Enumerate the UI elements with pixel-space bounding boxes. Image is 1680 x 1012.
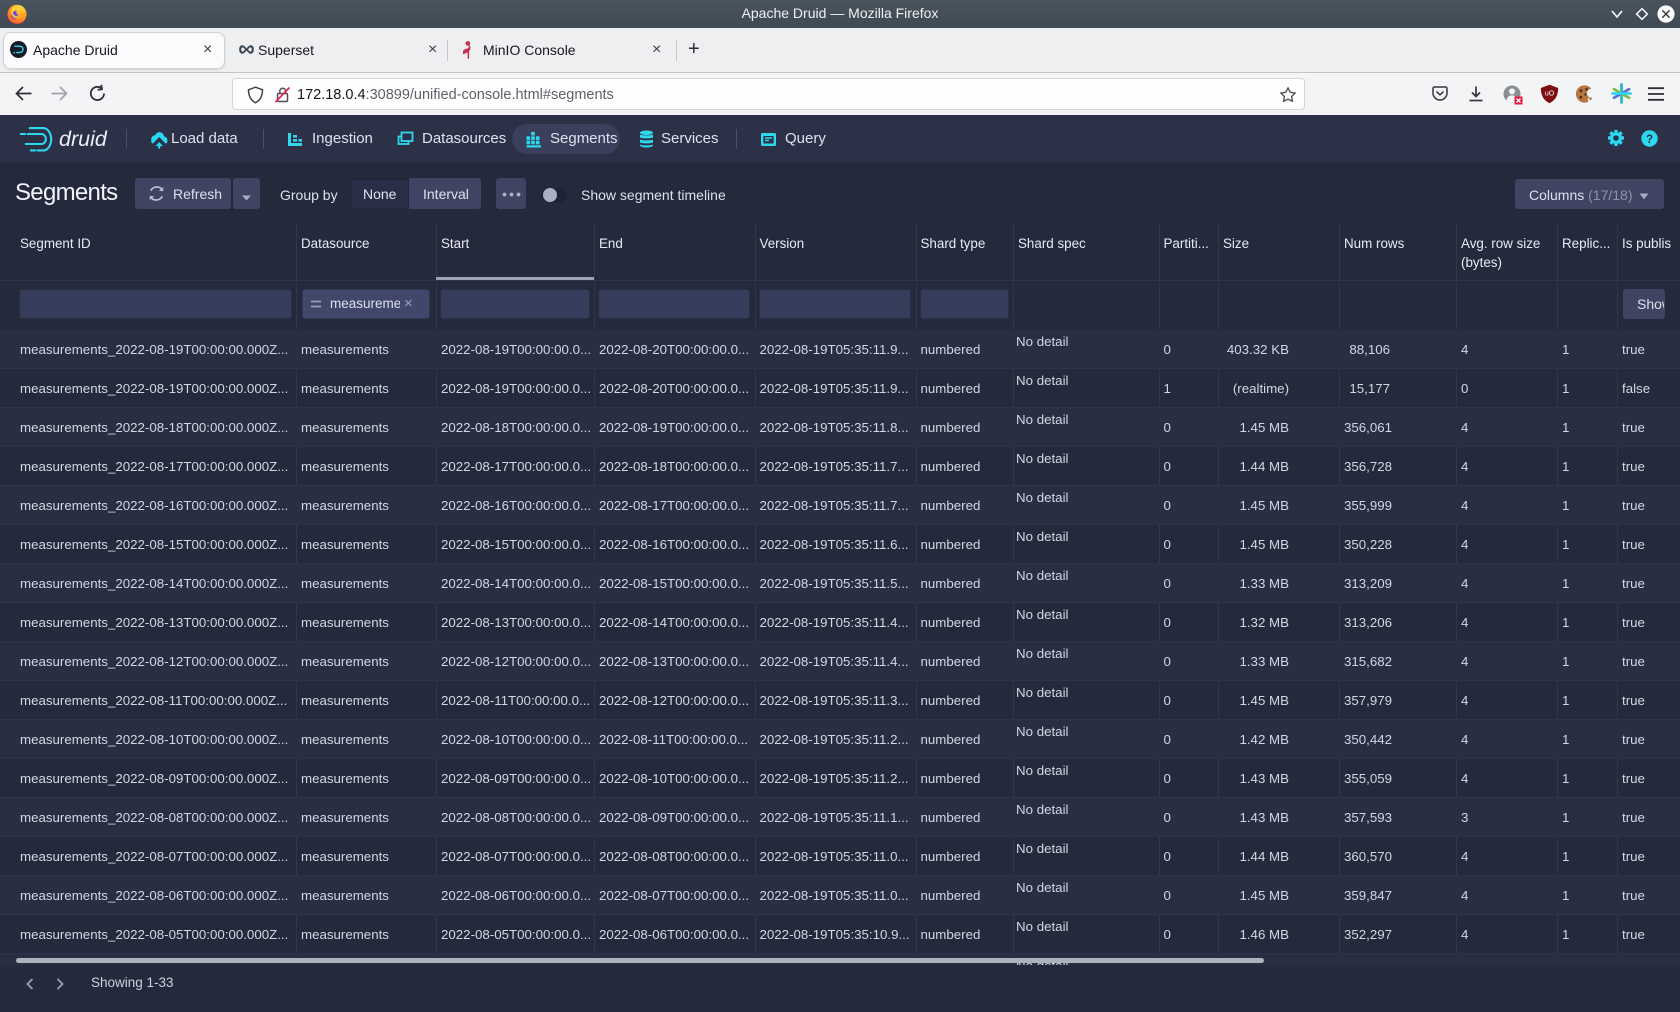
svg-text:uO: uO [1545,91,1555,98]
svg-text:?: ? [1646,134,1653,146]
